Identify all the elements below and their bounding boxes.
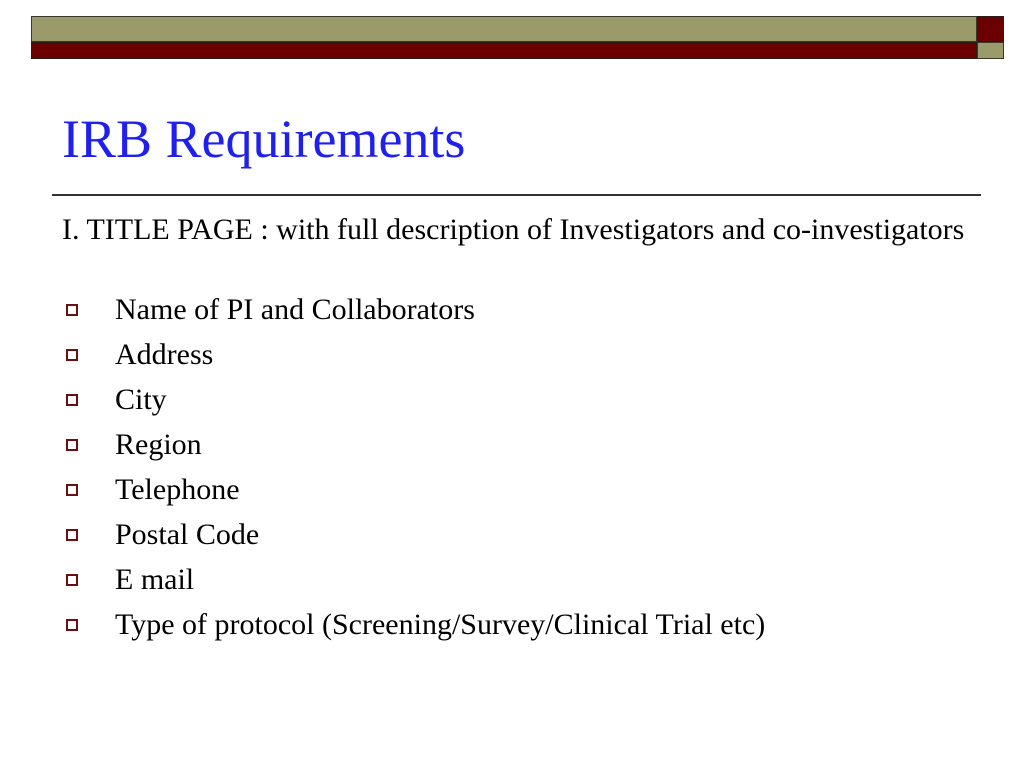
list-item-label: Type of protocol (Screening/Survey/Clini… <box>115 608 766 641</box>
list-item-label: Name of PI and Collaborators <box>115 293 475 326</box>
list-item: Name of PI and Collaborators <box>62 290 765 335</box>
square-bullet-icon <box>66 619 78 631</box>
list-item: E mail <box>62 560 765 605</box>
list-item: Telephone <box>62 470 765 515</box>
list-item-label: City <box>115 383 167 416</box>
intro-paragraph: I. TITLE PAGE : with full description of… <box>62 213 965 246</box>
header-square-olive <box>977 42 1004 59</box>
requirements-list: Name of PI and Collaborators Address Cit… <box>62 290 765 650</box>
list-item: Address <box>62 335 765 380</box>
list-item-label: Address <box>115 338 214 371</box>
slide-title: IRB Requirements <box>62 109 466 169</box>
list-item: Type of protocol (Screening/Survey/Clini… <box>62 605 765 650</box>
list-item: Postal Code <box>62 515 765 560</box>
square-bullet-icon <box>66 349 78 361</box>
list-item-label: Region <box>115 428 202 461</box>
list-item-label: E mail <box>115 563 195 596</box>
list-item: Region <box>62 425 765 470</box>
square-bullet-icon <box>66 439 78 451</box>
list-item: City <box>62 380 765 425</box>
square-bullet-icon <box>66 484 78 496</box>
header-bar-maroon <box>31 42 977 59</box>
title-divider <box>52 194 981 196</box>
list-item-label: Postal Code <box>115 518 260 551</box>
square-bullet-icon <box>66 574 78 586</box>
square-bullet-icon <box>66 394 78 406</box>
square-bullet-icon <box>66 529 78 541</box>
square-bullet-icon <box>66 304 78 316</box>
header-square-maroon <box>977 16 1004 42</box>
list-item-label: Telephone <box>115 473 240 506</box>
header-bar-olive <box>31 16 977 42</box>
